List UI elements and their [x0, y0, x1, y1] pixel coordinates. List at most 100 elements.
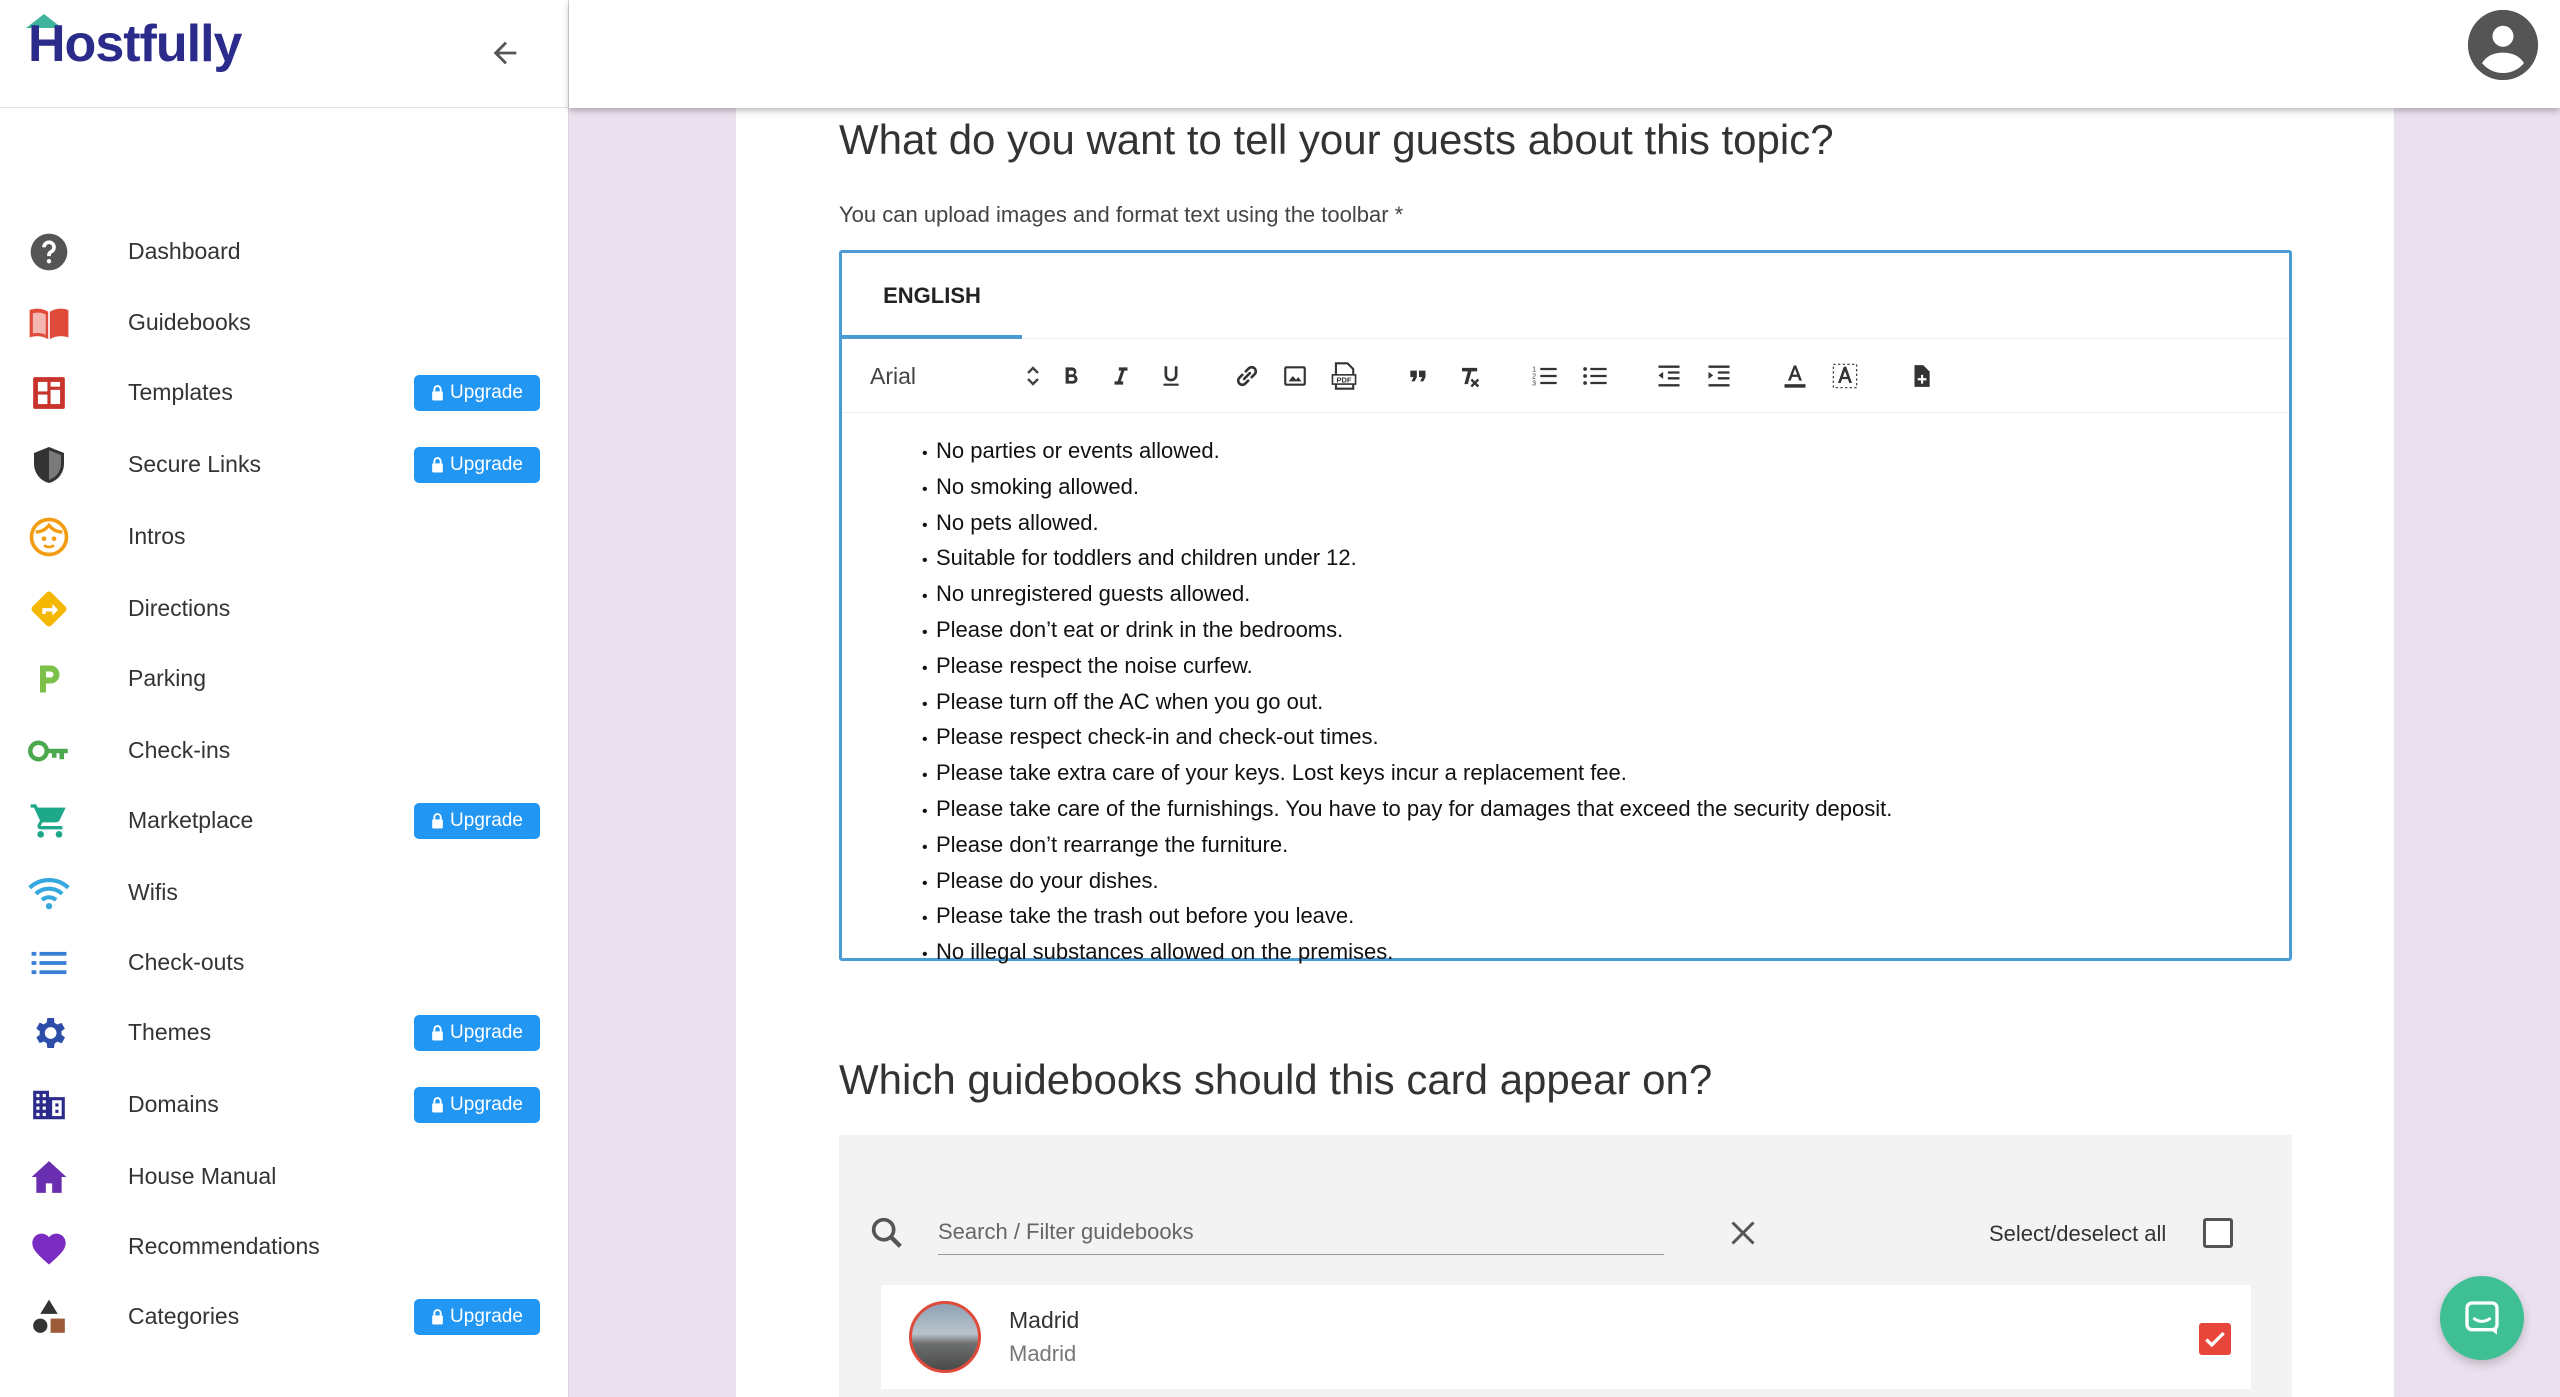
image-button[interactable] [1278, 359, 1312, 393]
list-icon [28, 942, 70, 984]
rule-list-item: Please don’t rearrange the furniture. [922, 829, 2289, 865]
svg-text:1: 1 [1532, 366, 1536, 373]
search-icon [867, 1213, 907, 1253]
lock-icon [432, 456, 443, 472]
guidebook-list-item[interactable]: Madrid Madrid [881, 1285, 2251, 1389]
rule-list-item: No smoking allowed. [922, 471, 2289, 507]
sidebar-item-templates[interactable]: Templates Upgrade [0, 357, 569, 428]
italic-button[interactable] [1104, 359, 1138, 393]
sidebar-item-wifis[interactable]: Wifis [0, 857, 569, 928]
sidebar-item-label: Templates [128, 379, 233, 405]
quote-icon [1410, 370, 1426, 382]
parking-icon [28, 658, 70, 700]
sidebar-item-domains[interactable]: Domains Upgrade [0, 1069, 569, 1140]
lock-icon [432, 384, 443, 400]
sidebar-item-intros[interactable]: Intros [0, 501, 569, 572]
bullet-list-button[interactable] [1578, 359, 1612, 393]
sidebar-item-categories[interactable]: Categories Upgrade [0, 1281, 569, 1352]
font-family-select[interactable]: Arial [870, 357, 1040, 395]
checkmark-icon [2205, 1331, 2225, 1348]
sidebar-item-label: Domains [128, 1091, 219, 1117]
rule-list-item: No unregistered guests allowed. [922, 578, 2289, 614]
bold-button[interactable] [1054, 359, 1088, 393]
indent-button[interactable] [1702, 359, 1736, 393]
pdf-icon: PDF [1331, 362, 1357, 390]
sidebar-item-dashboard[interactable]: Dashboard [0, 216, 569, 287]
upgrade-label: Upgrade [450, 1021, 523, 1043]
logo-text: Hostfully [28, 15, 242, 73]
pdf-button[interactable]: PDF [1327, 359, 1361, 393]
rule-list-item: Suitable for toddlers and children under… [922, 542, 2289, 578]
user-avatar-button[interactable] [2468, 10, 2538, 80]
guidebook-name: Madrid [1009, 1307, 1080, 1333]
chat-icon [2465, 1301, 2499, 1335]
upgrade-button[interactable]: Upgrade [414, 802, 540, 839]
underline-button[interactable] [1154, 359, 1188, 393]
text-color-icon [1784, 365, 1806, 388]
sidebar-item-check-ins[interactable]: Check-ins [0, 715, 569, 786]
upgrade-button[interactable]: Upgrade [414, 1298, 540, 1335]
building-icon [28, 1084, 70, 1126]
sidebar-item-label: Recommendations [128, 1233, 320, 1259]
sidebar-item-recommendations[interactable]: Recommendations [0, 1211, 569, 1282]
topic-helper-text: You can upload images and format text us… [839, 202, 1404, 227]
clear-format-button[interactable] [1452, 359, 1486, 393]
rule-list-item: No illegal substances allowed on the pre… [922, 936, 2289, 972]
sidebar-item-guidebooks[interactable]: Guidebooks [0, 287, 569, 358]
collapse-sidebar-button[interactable] [480, 28, 530, 78]
upgrade-label: Upgrade [450, 1093, 523, 1115]
guidebook-search-input[interactable] [938, 1209, 1664, 1255]
rich-text-editor: ENGLISH Arial PDF 1 2 3 • No parties or … [839, 250, 2292, 964]
insert-file-icon [1914, 365, 1930, 387]
language-tabs: ENGLISH [842, 253, 2289, 339]
rule-list-item: No pets allowed. [922, 507, 2289, 543]
upgrade-label: Upgrade [450, 453, 523, 475]
select-all-checkbox[interactable] [2203, 1218, 2233, 1248]
sidebar-item-parking[interactable]: Parking [0, 643, 569, 714]
clear-search-button[interactable] [1725, 1215, 1761, 1251]
sidebar-item-check-outs[interactable]: Check-outs [0, 927, 569, 998]
guidebooks-selector: Select/deselect all Madrid Madrid [839, 1135, 2292, 1397]
sidebar-item-marketplace[interactable]: Marketplace Upgrade [0, 785, 569, 856]
bold-icon [1065, 367, 1078, 384]
open-book-icon [28, 302, 70, 344]
sidebar-item-label: Categories [128, 1303, 240, 1329]
indent-icon [1708, 365, 1730, 387]
guidebooks-heading: Which guidebooks should this card appear… [839, 1056, 1713, 1103]
sidebar-item-directions[interactable]: Directions [0, 573, 569, 644]
upgrade-button[interactable]: Upgrade [414, 374, 540, 411]
blockquote-button[interactable] [1402, 359, 1436, 393]
guidebook-checkbox[interactable] [2199, 1323, 2231, 1355]
heart-icon [28, 1226, 70, 1268]
sidebar-item-house-manual[interactable]: House Manual [0, 1141, 569, 1212]
tab-english[interactable]: ENGLISH [842, 253, 1022, 339]
rule-list-item: Please do your dishes. [922, 865, 2289, 901]
highlight-icon [1832, 363, 1858, 389]
ordered-list-button[interactable]: 123 [1528, 359, 1562, 393]
link-icon [1236, 365, 1258, 387]
outdent-button[interactable] [1652, 359, 1686, 393]
lock-icon [432, 1024, 443, 1040]
hostfully-logo[interactable]: Hostfully [26, 14, 242, 73]
chat-launcher-button[interactable] [2440, 1276, 2524, 1360]
sidebar-item-label: Wifis [128, 879, 178, 905]
template-grid-icon [28, 372, 70, 414]
text-color-button[interactable] [1778, 359, 1812, 393]
rule-list-item: Please don’t eat or drink in the bedroom… [922, 614, 2289, 650]
link-button[interactable] [1230, 359, 1264, 393]
insert-file-button[interactable] [1904, 359, 1938, 393]
underline-icon [1163, 366, 1179, 386]
upgrade-button[interactable]: Upgrade [414, 446, 540, 483]
upgrade-label: Upgrade [450, 1305, 523, 1327]
sidebar-item-label: Intros [128, 523, 186, 549]
sidebar-item-secure-links[interactable]: Secure Links Upgrade [0, 429, 569, 500]
editor-text-area[interactable]: No parties or events allowed.No smoking … [842, 413, 2289, 972]
sidebar-item-themes[interactable]: Themes Upgrade [0, 997, 569, 1068]
wifi-icon [28, 872, 70, 914]
arrow-left-icon [493, 41, 517, 65]
upgrade-button[interactable]: Upgrade [414, 1014, 540, 1051]
highlight-button[interactable] [1828, 359, 1862, 393]
upgrade-button[interactable]: Upgrade [414, 1086, 540, 1123]
close-icon [1731, 1221, 1755, 1245]
rule-list-item: Please turn off the AC when you go out. [922, 686, 2289, 722]
